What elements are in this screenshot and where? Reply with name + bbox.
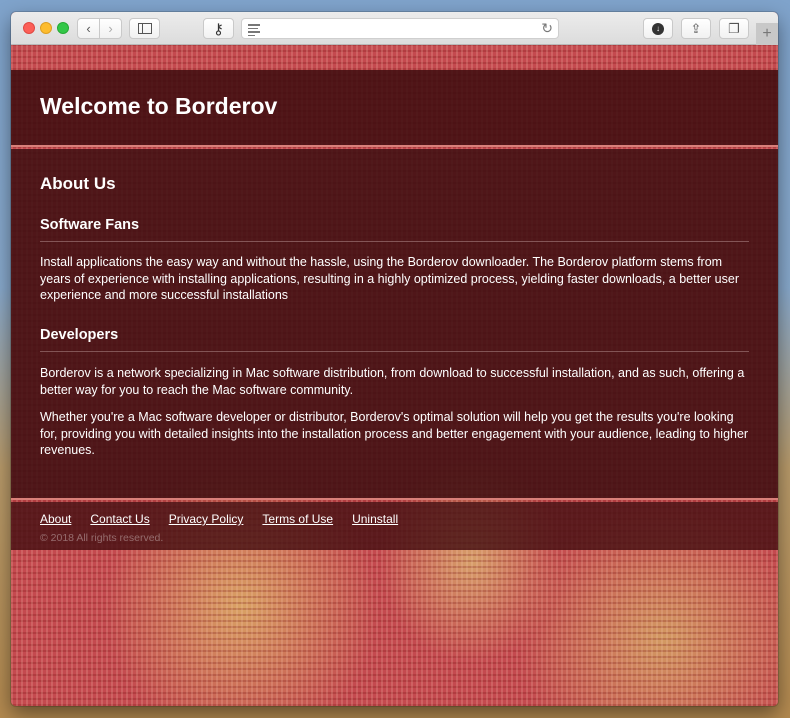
software-fans-paragraph: Install applications the easy way and wi…	[40, 255, 739, 302]
page-title: Welcome to Borderov	[40, 93, 278, 119]
footer-link-privacy-policy[interactable]: Privacy Policy	[169, 512, 244, 526]
new-tab-button[interactable]: +	[756, 23, 778, 45]
sidebar-icon	[137, 23, 152, 34]
maximize-window-button[interactable]	[57, 22, 69, 34]
reload-icon[interactable]: ↻	[541, 20, 553, 37]
copyright-text: © 2018 All rights reserved.	[40, 532, 164, 544]
developers-paragraph-1: Borderov is a network specializing in Ma…	[40, 366, 745, 397]
download-icon: ↓	[652, 22, 664, 35]
about-heading: About Us	[40, 174, 116, 193]
web-page: Welcome to Borderov About Us Software Fa…	[11, 45, 778, 706]
footer-link-contact-us[interactable]: Contact Us	[90, 512, 149, 526]
browser-window: ‹ › ⚷ ↻ ↓ ⇪ ❐ + Welcome to Borderov Abou…	[11, 12, 778, 706]
footer-links: About Contact Us Privacy Policy Terms of…	[40, 512, 398, 526]
chevron-right-icon: ›	[108, 21, 113, 36]
section-heading-developers: Developers	[40, 327, 119, 343]
reader-icon[interactable]	[248, 24, 260, 36]
site-footer: About Contact Us Privacy Policy Terms of…	[11, 502, 778, 550]
minimize-window-button[interactable]	[40, 22, 52, 34]
forward-button[interactable]: ›	[99, 18, 122, 39]
downloads-button[interactable]: ↓	[643, 18, 673, 39]
show-tabs-button[interactable]: ❐	[719, 18, 749, 39]
sidebar-toggle-button[interactable]	[129, 18, 160, 39]
browser-toolbar: ‹ › ⚷ ↻ ↓ ⇪ ❐ +	[11, 12, 778, 45]
share-button[interactable]: ⇪	[681, 18, 711, 39]
divider	[40, 241, 749, 242]
key-icon: ⚷	[213, 20, 224, 38]
tabs-icon: ❐	[728, 20, 740, 36]
back-button[interactable]: ‹	[77, 18, 100, 39]
main-content: About Us Software Fans Install applicati…	[11, 149, 778, 500]
plus-icon: +	[762, 25, 772, 42]
share-icon: ⇪	[690, 20, 702, 36]
address-bar[interactable]: ↻	[241, 18, 559, 39]
close-window-button[interactable]	[23, 22, 35, 34]
footer-link-terms-of-use[interactable]: Terms of Use	[262, 512, 333, 526]
divider	[40, 351, 749, 352]
section-heading-software-fans: Software Fans	[40, 217, 140, 233]
footer-link-about[interactable]: About	[40, 512, 71, 526]
chevron-left-icon: ‹	[86, 21, 91, 36]
passwords-button[interactable]: ⚷	[203, 18, 234, 39]
developers-paragraph-2: Whether you're a Mac software developer …	[40, 410, 749, 457]
site-header: Welcome to Borderov	[11, 70, 778, 147]
footer-link-uninstall[interactable]: Uninstall	[352, 512, 398, 526]
